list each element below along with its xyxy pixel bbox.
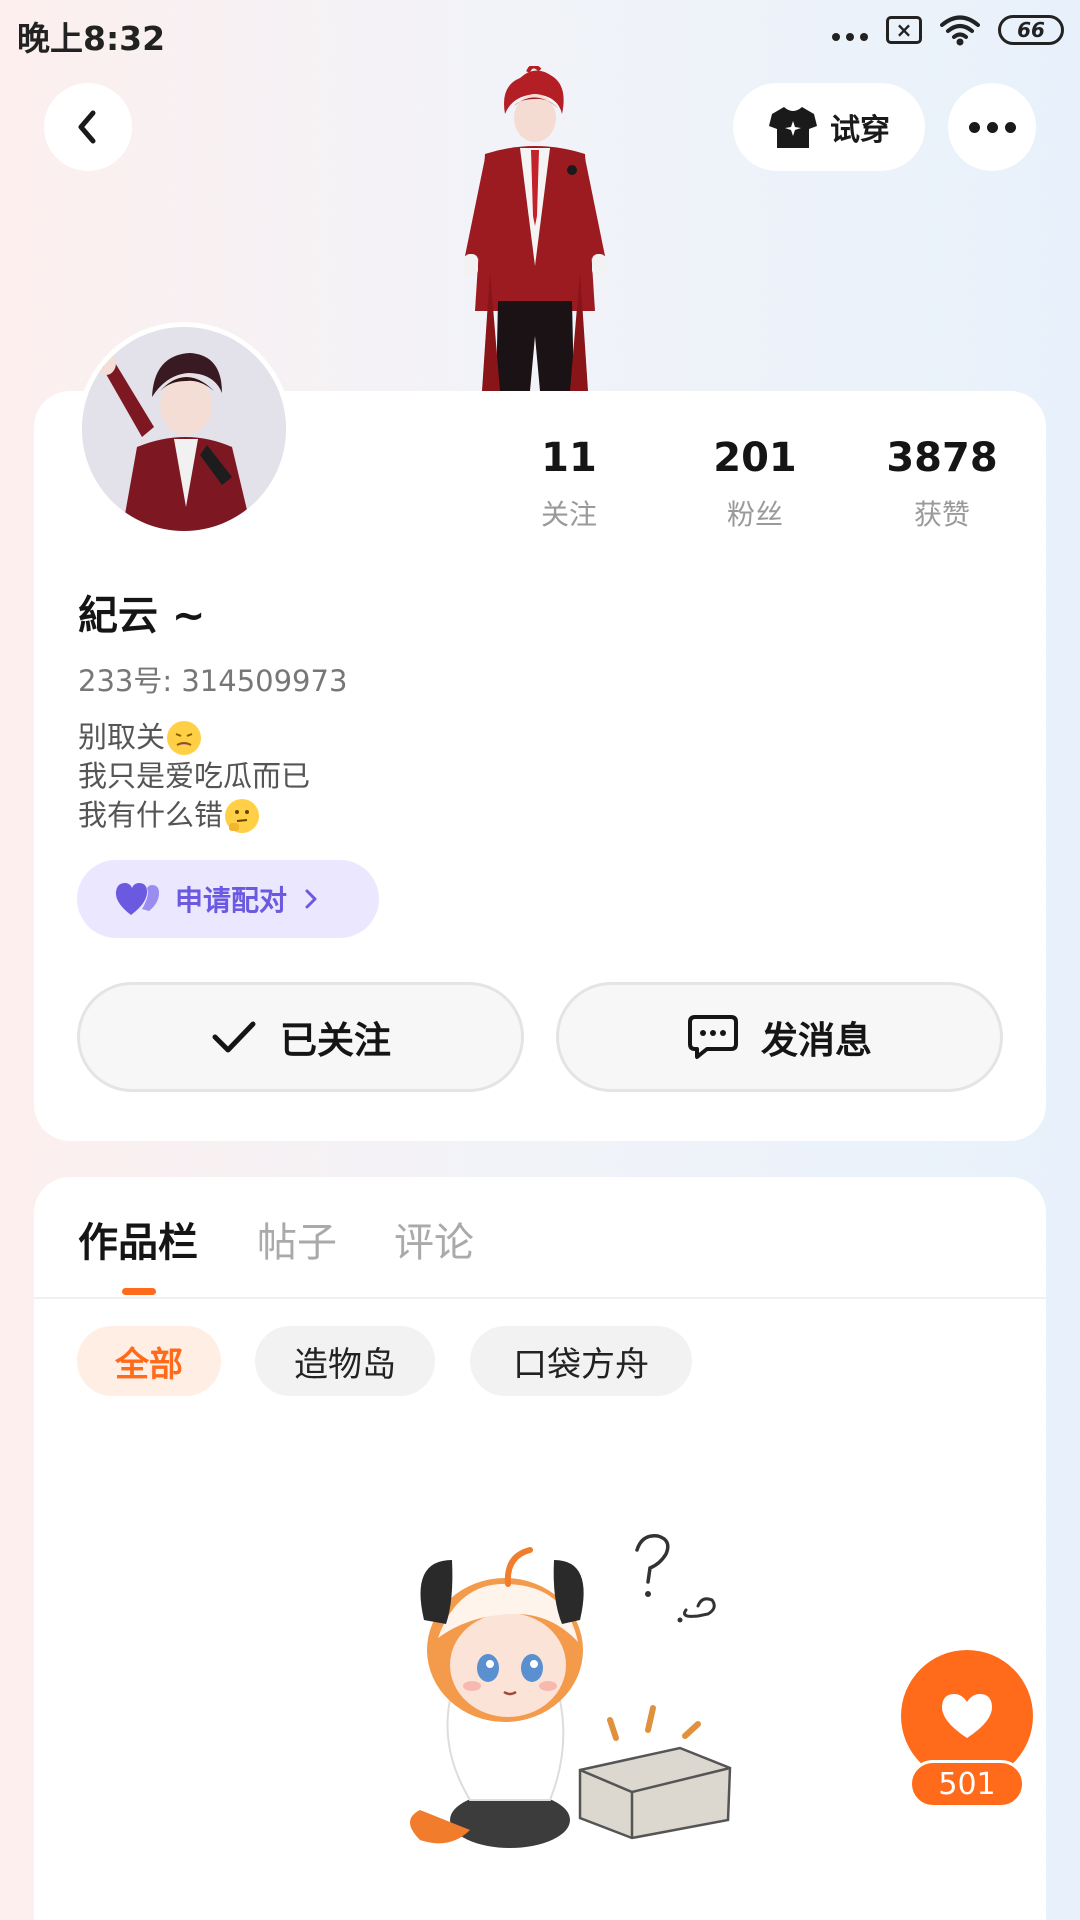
shirt-icon xyxy=(769,107,817,148)
bio-line-text: 别取关 xyxy=(78,720,166,754)
username: 紀云 ~ xyxy=(78,593,206,639)
chat-bubble-icon xyxy=(688,1015,738,1059)
send-message-label: 发消息 xyxy=(761,1019,872,1062)
filter-pocket-ark[interactable]: 口袋方舟 xyxy=(470,1326,692,1396)
tab-divider xyxy=(34,1297,1046,1299)
signal-dots-icon xyxy=(832,33,868,41)
bio-line-text: 我有什么错 xyxy=(78,798,224,832)
stat-following[interactable]: 11 关注 xyxy=(489,437,649,533)
weary-face-emoji-icon xyxy=(167,720,202,755)
more-dots-icon xyxy=(968,121,1016,133)
heart-icon xyxy=(941,1694,993,1738)
bio-line: 我有什么错 xyxy=(78,796,310,835)
stat-likes-label: 获赞 xyxy=(913,498,970,531)
status-bar: 晚上8:32 × 66 xyxy=(0,0,1080,64)
tab-active-indicator xyxy=(122,1288,156,1295)
tab-works[interactable]: 作品栏 xyxy=(78,1210,198,1268)
status-time: 晚上8:32 xyxy=(17,19,166,58)
filter-all[interactable]: 全部 xyxy=(77,1326,221,1396)
following-button[interactable]: 已关注 xyxy=(77,982,524,1092)
tab-posts[interactable]: 帖子 xyxy=(257,1210,337,1268)
stat-following-count: 11 xyxy=(541,435,597,481)
battery-icon: 66 xyxy=(998,15,1064,45)
try-on-button[interactable]: 试穿 xyxy=(733,83,925,171)
send-message-button[interactable]: 发消息 xyxy=(556,982,1003,1092)
filter-creation-island[interactable]: 造物岛 xyxy=(255,1326,435,1396)
back-button[interactable] xyxy=(44,83,132,171)
try-on-label: 试穿 xyxy=(830,113,890,148)
like-count: 501 xyxy=(909,1760,1025,1808)
stat-likes-count: 3878 xyxy=(886,435,998,481)
stat-followers-label: 粉丝 xyxy=(726,498,783,531)
hearts-icon xyxy=(115,883,159,915)
more-button[interactable] xyxy=(948,83,1036,171)
chevron-right-icon xyxy=(305,889,317,909)
bio-line: 别取关 xyxy=(78,718,310,757)
user-id: 233号: 314509973 xyxy=(78,664,348,698)
request-pairing-button[interactable]: 申请配对 xyxy=(77,860,379,938)
avatar-3d-model xyxy=(464,66,606,391)
wifi-icon xyxy=(940,15,980,46)
bio: 别取关 我只是爱吃瓜而已 我有什么错 xyxy=(78,718,310,835)
no-sim-icon: × xyxy=(886,16,922,44)
stat-followers-count: 201 xyxy=(713,435,797,481)
status-icons: × 66 xyxy=(832,14,1064,46)
chevron-left-icon xyxy=(78,110,96,144)
avatar[interactable] xyxy=(77,322,291,536)
tab-comments[interactable]: 评论 xyxy=(394,1210,474,1268)
stat-following-label: 关注 xyxy=(540,498,597,531)
avatar-image xyxy=(82,327,286,531)
thinking-face-emoji-icon xyxy=(225,798,260,833)
check-icon xyxy=(212,1021,256,1053)
stat-likes[interactable]: 3878 获赞 xyxy=(862,437,1022,533)
battery-level: 66 xyxy=(1017,18,1045,42)
empty-state-illustration xyxy=(410,1534,732,1848)
bio-line: 我只是爱吃瓜而已 xyxy=(78,757,310,796)
following-label: 已关注 xyxy=(280,1019,391,1062)
request-pairing-label: 申请配对 xyxy=(175,884,288,917)
stat-followers[interactable]: 201 粉丝 xyxy=(675,437,835,533)
bio-line-text: 我只是爱吃瓜而已 xyxy=(78,759,311,793)
